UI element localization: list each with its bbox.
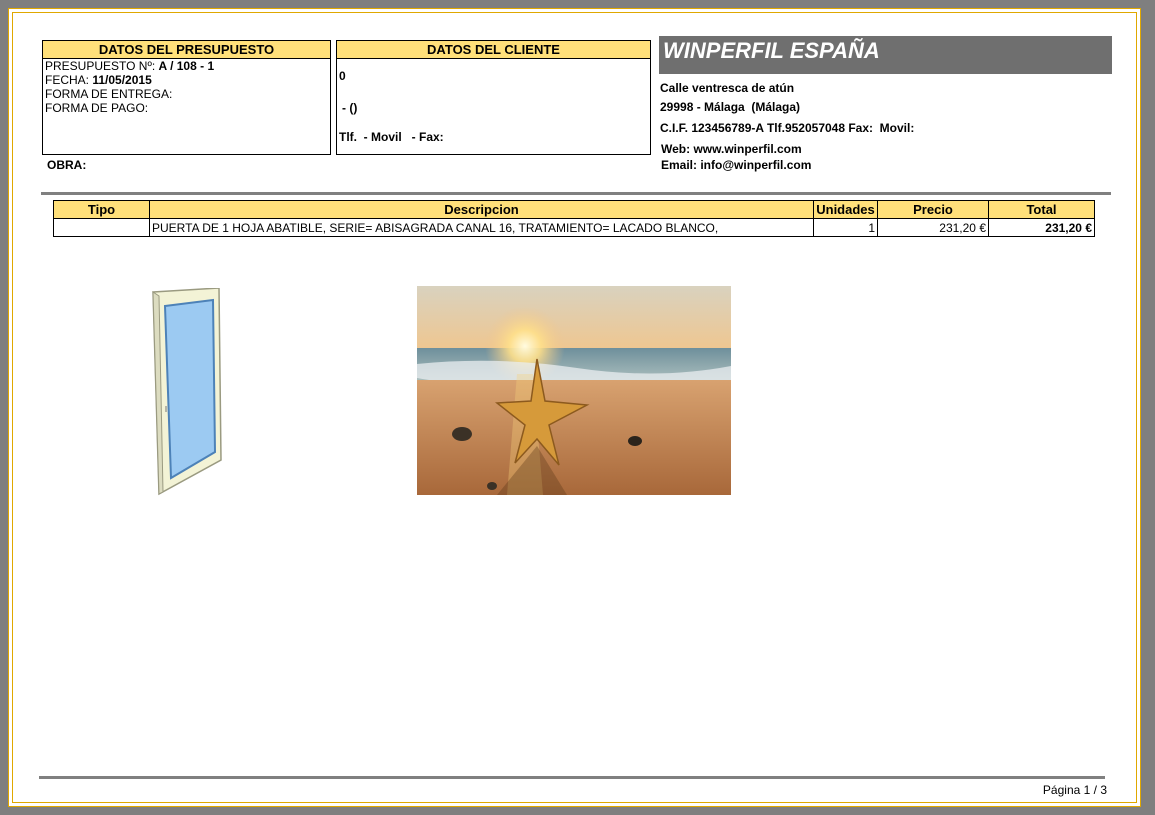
page-number-label: Página bbox=[1042, 783, 1081, 797]
cell-tipo bbox=[53, 218, 150, 237]
company-city: 29998 - Málaga (Málaga) bbox=[660, 100, 801, 114]
header-divider bbox=[41, 192, 1111, 195]
presupuesto-pago-label: FORMA DE PAGO: bbox=[45, 101, 149, 115]
company-address: Calle ventresca de atún bbox=[660, 81, 795, 95]
cell-total: 231,20 € bbox=[988, 218, 1095, 237]
presupuesto-fecha-row: FECHA: 11/05/2015 bbox=[45, 73, 330, 87]
cliente-line3: Tlf. - Movil - Fax: bbox=[339, 130, 444, 144]
items-table-header-row: Tipo Descripcion Unidades Precio Total bbox=[53, 200, 1095, 219]
page-number-value: 1 / 3 bbox=[1083, 783, 1107, 797]
obra-label: OBRA: bbox=[47, 158, 87, 172]
table-row: PUERTA DE 1 HOJA ABATIBLE, SERIE= ABISAG… bbox=[53, 218, 1095, 237]
presupuesto-numero-row: PRESUPUESTO Nº: A / 108 - 1 bbox=[45, 59, 330, 73]
col-tipo-header: Tipo bbox=[53, 200, 150, 219]
cell-precio: 231,20 € bbox=[877, 218, 989, 237]
presupuesto-fecha-label: FECHA: bbox=[45, 73, 90, 87]
presupuesto-entrega-label: FORMA DE ENTREGA: bbox=[45, 87, 173, 101]
cliente-line1: 0 bbox=[339, 69, 346, 83]
document-page: DATOS DEL PRESUPUESTO PRESUPUESTO Nº: A … bbox=[8, 8, 1141, 807]
presupuesto-box: DATOS DEL PRESUPUESTO PRESUPUESTO Nº: A … bbox=[42, 40, 331, 155]
company-web: Web: www.winperfil.com bbox=[661, 142, 802, 156]
items-table: Tipo Descripcion Unidades Precio Total P… bbox=[53, 200, 1095, 237]
col-unidades-header: Unidades bbox=[813, 200, 878, 219]
page-number: Página 1 / 3 bbox=[1043, 783, 1107, 797]
presupuesto-numero-value: A / 108 - 1 bbox=[158, 59, 215, 73]
cell-unidades: 1 bbox=[813, 218, 878, 237]
presupuesto-header: DATOS DEL PRESUPUESTO bbox=[43, 41, 330, 59]
company-cif: C.I.F. 123456789-A Tlf.952057048 Fax: Mo… bbox=[660, 121, 915, 135]
cliente-line2: - () bbox=[342, 101, 358, 115]
cliente-box: DATOS DEL CLIENTE 0 - () Tlf. - Movil - … bbox=[336, 40, 651, 155]
col-descripcion-header: Descripcion bbox=[149, 200, 814, 219]
cell-descripcion: PUERTA DE 1 HOJA ABATIBLE, SERIE= ABISAG… bbox=[149, 218, 814, 237]
presupuesto-fecha-value: 11/05/2015 bbox=[92, 73, 152, 87]
col-total-header: Total bbox=[988, 200, 1095, 219]
footer-divider bbox=[39, 776, 1105, 779]
company-name-banner: WINPERFIL ESPAÑA bbox=[659, 36, 1112, 74]
presupuesto-numero-label: PRESUPUESTO Nº: bbox=[45, 59, 156, 73]
starfish-beach-photo bbox=[417, 286, 731, 495]
cliente-header: DATOS DEL CLIENTE bbox=[337, 41, 650, 59]
col-precio-header: Precio bbox=[877, 200, 989, 219]
door-drawing-image bbox=[152, 288, 222, 496]
company-email: Email: info@winperfil.com bbox=[661, 158, 812, 172]
